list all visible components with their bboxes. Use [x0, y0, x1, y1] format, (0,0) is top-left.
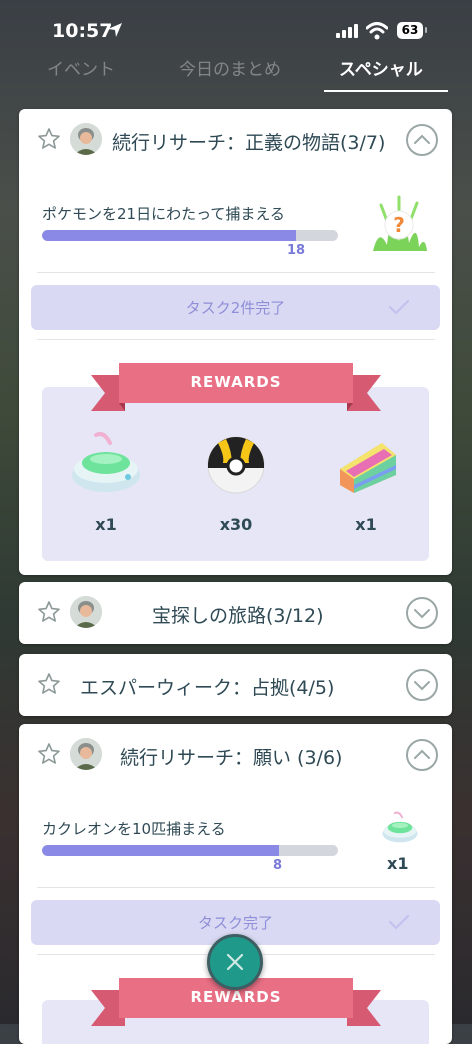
chevron-down-icon	[414, 609, 430, 619]
clock: 10:57	[52, 20, 113, 42]
reward-quantity: x30	[219, 515, 253, 534]
card-header[interactable]: エスパーウィーク：占拠(4/5)	[19, 654, 452, 716]
research-card-treasure: 宝探しの旅路(3/12)	[19, 582, 452, 644]
rewards-ribbon: REWARDS	[91, 361, 381, 421]
task-progress-fill	[42, 230, 296, 241]
card-header[interactable]: 続行リサーチ：正義の物語(3/7)	[19, 109, 452, 171]
location-arrow-icon	[108, 23, 122, 37]
chevron-up-icon	[414, 134, 430, 144]
tab-bar: イベント 今日のまとめ スペシャル	[0, 50, 472, 92]
tasks-completed-label: タスク2件完了	[185, 299, 286, 317]
cellular-signal-icon	[336, 24, 358, 38]
task-progress-bar	[42, 845, 338, 856]
collapse-button[interactable]	[406, 124, 438, 156]
divider	[37, 272, 435, 273]
task-text: カクレオンを10匹捕まえる	[42, 820, 226, 838]
star-icon[interactable]	[37, 742, 61, 766]
star-icon[interactable]	[37, 672, 61, 696]
battery-icon: 63	[397, 22, 423, 39]
ultra-ball-icon	[207, 436, 265, 494]
reward-quantity: x1	[95, 515, 117, 534]
battery-tip	[425, 27, 427, 33]
star-icon[interactable]	[37, 600, 61, 624]
tab-special[interactable]: スペシャル	[339, 55, 423, 80]
card-header[interactable]: 宝探しの旅路(3/12)	[19, 582, 452, 644]
professor-avatar	[70, 738, 102, 770]
divider	[37, 887, 435, 888]
rewards-label: REWARDS	[190, 373, 282, 391]
task-progress-fill	[42, 845, 279, 856]
reward-item: x1	[56, 429, 156, 534]
reward-item: x1	[316, 429, 416, 534]
card-title: エスパーウィーク：占拠(4/5)	[80, 677, 335, 699]
card-title: 宝探しの旅路(3/12)	[152, 605, 324, 627]
task-progress-value: 8	[273, 858, 283, 873]
reward-quantity: x1	[355, 515, 377, 534]
research-card-psychic-week: エスパーウィーク：占拠(4/5)	[19, 654, 452, 716]
task-progress-value: 18	[287, 243, 306, 258]
wifi-icon	[366, 22, 388, 40]
divider	[37, 339, 435, 340]
tasks-completed-banner: タスク2件完了	[31, 285, 440, 330]
task-progress-bar	[42, 230, 338, 241]
task-reward-quantity: x1	[387, 854, 409, 873]
professor-avatar	[70, 123, 102, 155]
close-icon	[226, 953, 244, 971]
incense-icon	[72, 432, 140, 492]
tasks-completed-label: タスク完了	[197, 914, 273, 932]
expand-button[interactable]	[406, 597, 438, 629]
rewards-label: REWARDS	[190, 988, 282, 1006]
checkmark-icon	[388, 299, 410, 315]
active-tab-indicator	[324, 90, 448, 92]
tab-events[interactable]: イベント	[47, 55, 115, 80]
checkmark-icon	[388, 914, 410, 930]
task-text: ポケモンを21日にわたって捕まえる	[42, 205, 285, 223]
star-icon[interactable]	[37, 127, 61, 151]
chevron-down-icon	[414, 681, 430, 691]
chevron-up-icon	[414, 749, 430, 759]
research-card-wish: 続行リサーチ：願い (3/6) カクレオンを10匹捕まえる 8 x1 タスク完了…	[19, 724, 452, 1044]
collapse-button[interactable]	[406, 739, 438, 771]
svg-text:?: ?	[393, 213, 405, 237]
close-button[interactable]	[207, 934, 263, 990]
professor-avatar	[70, 596, 102, 628]
tab-today-summary[interactable]: 今日のまとめ	[179, 55, 281, 80]
card-header[interactable]: 続行リサーチ：願い (3/6)	[19, 724, 452, 786]
card-title: 続行リサーチ：願い (3/6)	[120, 747, 343, 769]
reward-item: x30	[186, 429, 286, 534]
card-title: 続行リサーチ：正義の物語(3/7)	[112, 132, 386, 154]
expand-button[interactable]	[406, 669, 438, 701]
incense-icon	[382, 811, 418, 843]
rare-candy-xl-icon	[340, 443, 396, 493]
research-card-justice: 続行リサーチ：正義の物語(3/7) ポケモンを21日にわたって捕まえる 18 ?…	[19, 109, 452, 575]
mystery-pokemon-icon: ?	[373, 195, 427, 251]
